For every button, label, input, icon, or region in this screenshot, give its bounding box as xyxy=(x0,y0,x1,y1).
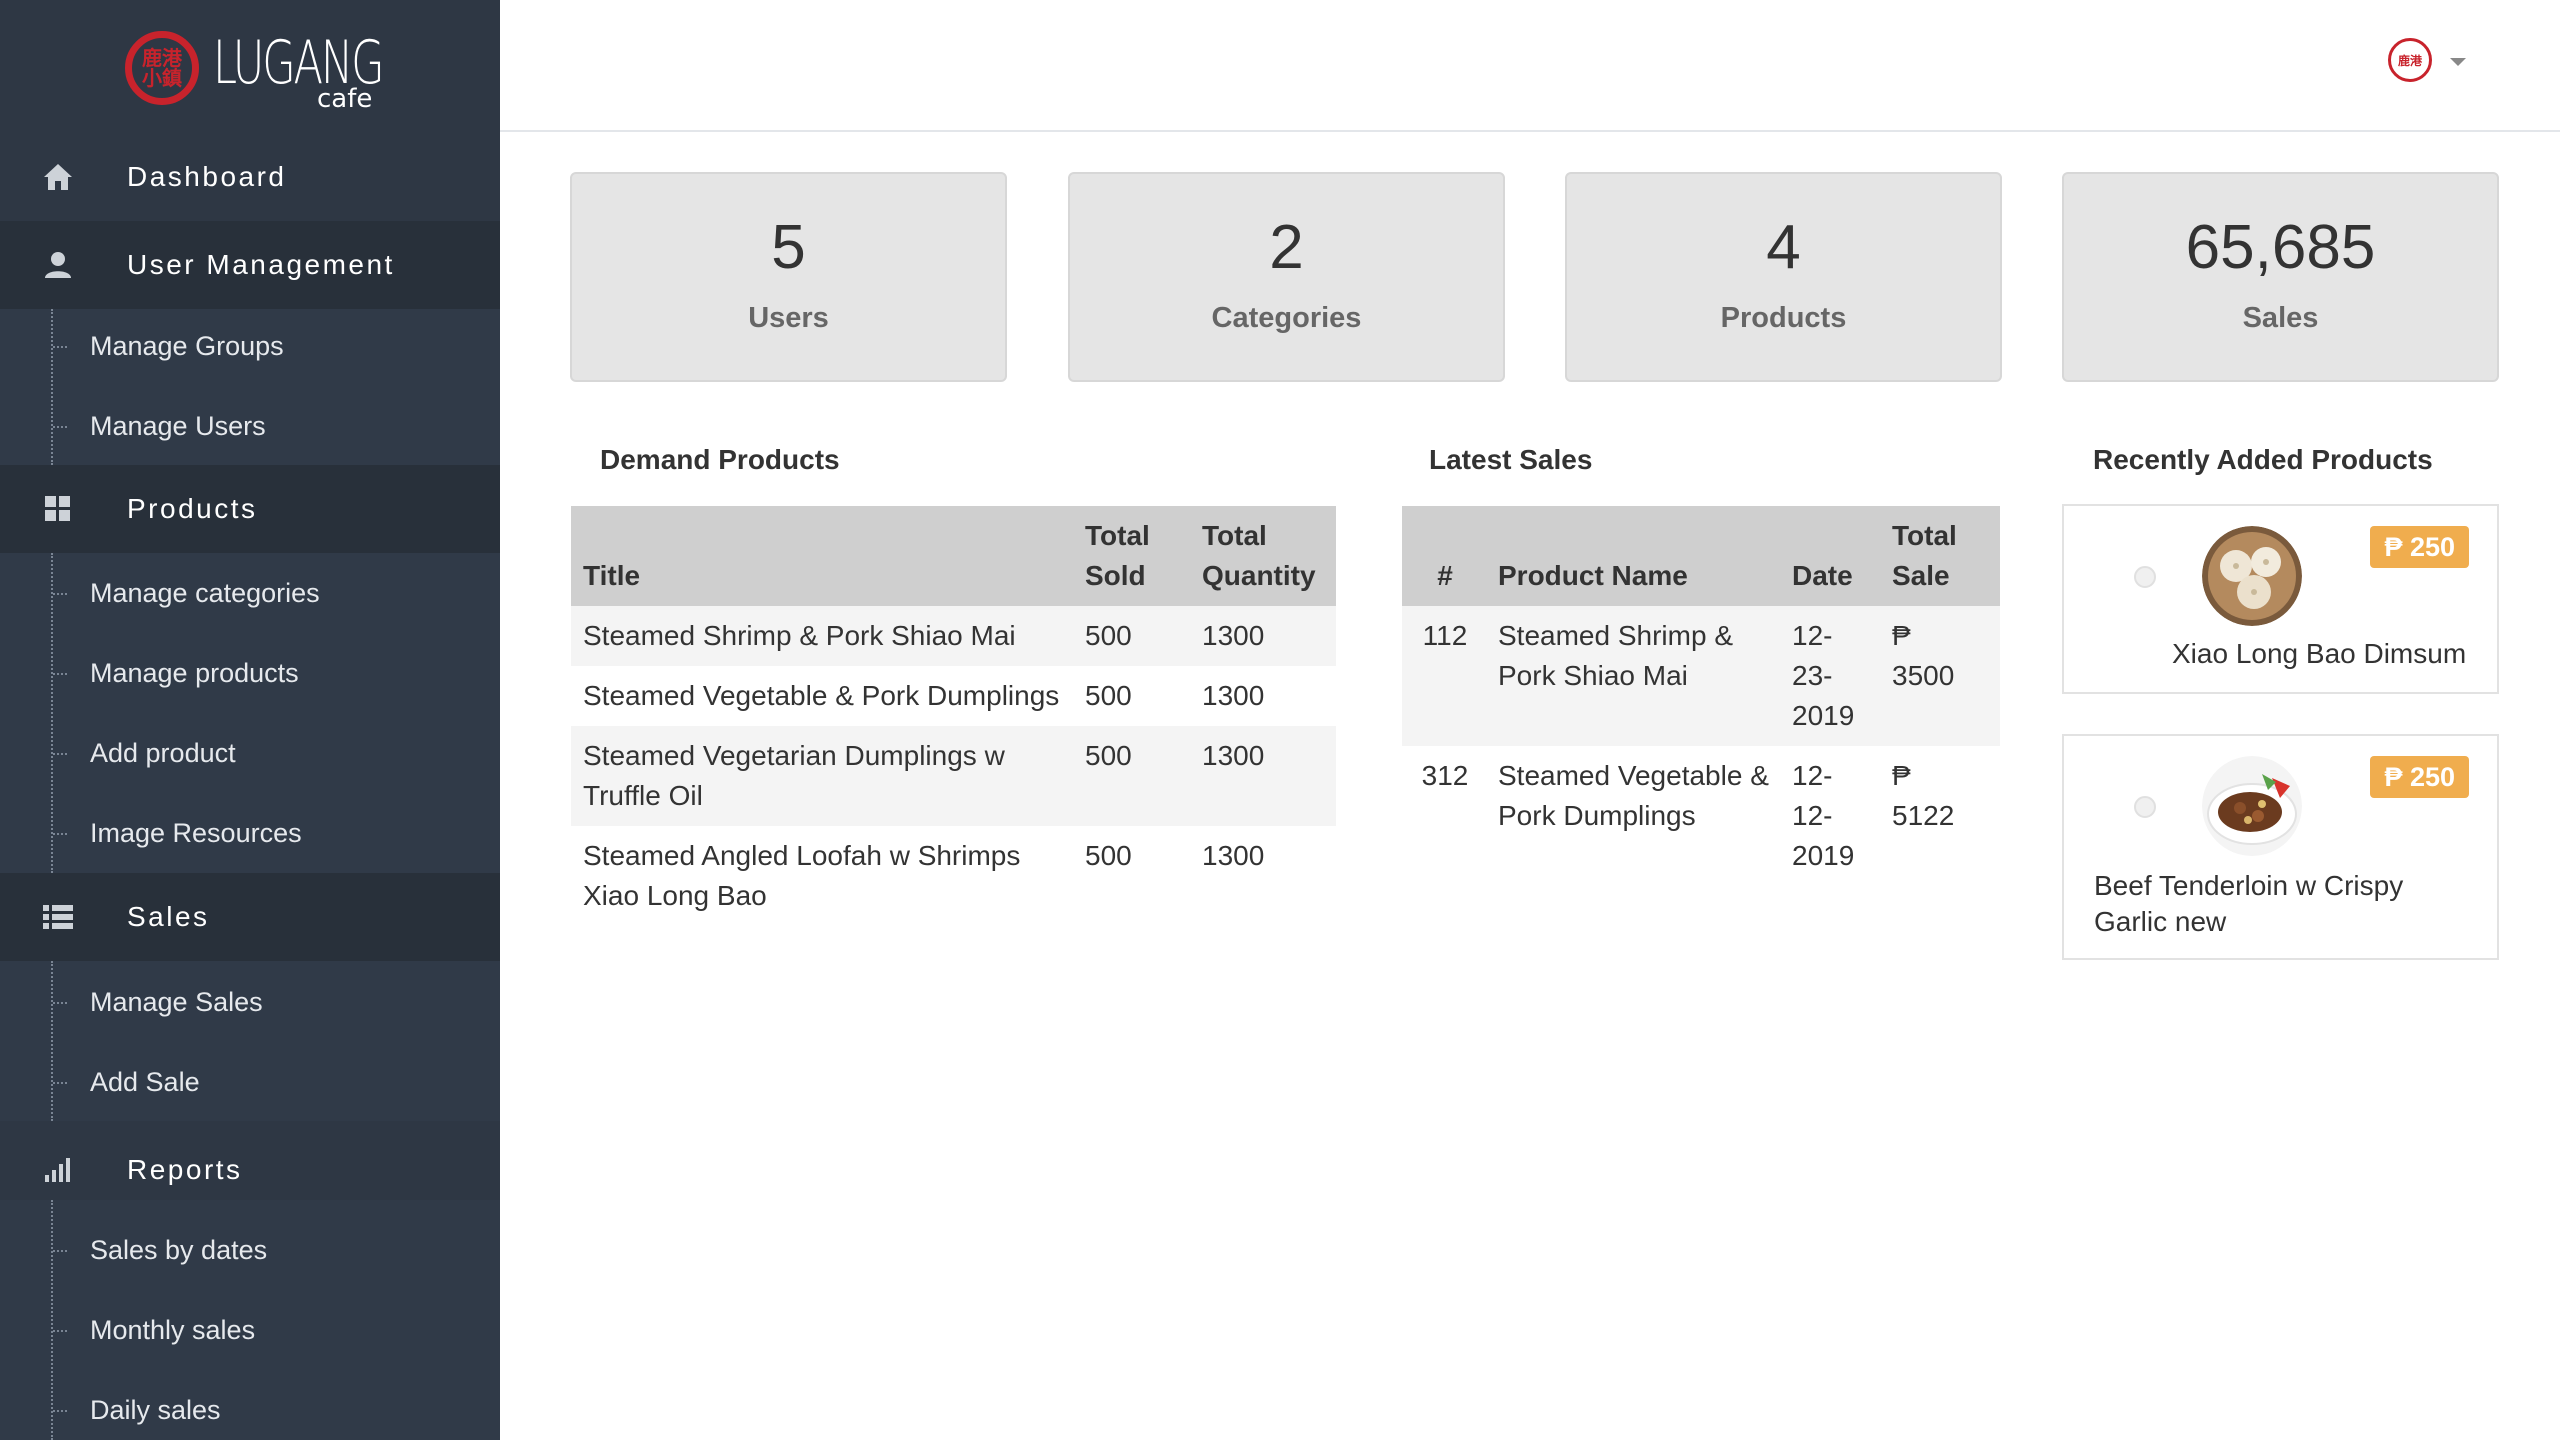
total-sold: 500 xyxy=(1085,740,1132,771)
stat-card-users: 5 Users xyxy=(570,172,1007,382)
stat-card-sales: 65,685 Sales xyxy=(2062,172,2499,382)
table-row: Steamed Angled Loofah w Shrimps Xiao Lon… xyxy=(571,826,1336,926)
stat-card-products: 4 Products xyxy=(1565,172,2002,382)
total-sold: 500 xyxy=(1085,680,1132,711)
sale-number[interactable]: 112 xyxy=(1402,606,1486,746)
sale-total: ₱ 3500 xyxy=(1892,620,1955,691)
table-row: 312 Steamed Vegetable & Pork Dumplings 1… xyxy=(1402,746,2000,886)
stat-label: Products xyxy=(1720,302,1847,334)
total-sold: 500 xyxy=(1085,840,1132,871)
total-quantity: 1300 xyxy=(1202,840,1265,871)
table-header-row: # Product Name Date Total Sale xyxy=(1402,506,2000,606)
brand-logo[interactable]: 鹿港 小鎮 LUGANG cafe xyxy=(0,0,500,135)
demand-products-table: Title Total Sold Total Quantity Steamed Sh… xyxy=(571,506,1336,926)
product-title: Steamed Vegetable & Pork Dumplings xyxy=(583,680,1060,711)
nav-user-management[interactable]: User Management xyxy=(0,221,500,309)
nav-daily-sales[interactable]: Daily sales xyxy=(53,1390,221,1430)
nav-dashboard[interactable]: Dashboard xyxy=(0,133,500,221)
recent-product-card[interactable]: ₱ 250 Xiao Long Bao Dimsum xyxy=(2062,504,2499,694)
nav-user-management-label: User Management xyxy=(127,249,395,280)
grid-icon xyxy=(40,491,76,527)
product-thumbnail xyxy=(2202,526,2302,626)
nav-manage-categories[interactable]: Manage categories xyxy=(53,573,320,613)
col-number: # xyxy=(1402,506,1486,606)
nav-image-resources[interactable]: Image Resources xyxy=(53,813,302,853)
sale-date: 12- 12- 2019 xyxy=(1792,760,1855,871)
col-title: Title xyxy=(571,506,1073,606)
total-quantity: 1300 xyxy=(1202,740,1265,771)
recent-product-card[interactable]: ₱ 250 Beef Tenderloin w Crispy Garlic ne… xyxy=(2062,734,2499,960)
bar-chart-icon xyxy=(40,1152,76,1188)
nav-sales-label: Sales xyxy=(127,901,210,932)
products-submenu: Manage categories Manage products Add pr… xyxy=(0,553,500,873)
nav-manage-users[interactable]: Manage Users xyxy=(53,406,266,446)
latest-sales-title: Latest Sales xyxy=(1429,444,1593,475)
product-name: Xiao Long Bao Dimsum xyxy=(2172,638,2467,669)
product-thumbnail xyxy=(2202,756,2302,856)
sale-total: ₱ 5122 xyxy=(1892,760,1955,831)
stat-value: 2 xyxy=(1269,213,1304,282)
product-title: Steamed Vegetarian Dumplings w Truffle O… xyxy=(583,740,1005,811)
nav-monthly-sales[interactable]: Monthly sales xyxy=(52,1310,255,1350)
stat-card-categories: 2 Categories xyxy=(1068,172,1505,382)
top-bar xyxy=(500,0,2560,132)
table-row: Steamed Vegetable & Pork Dumplings 500 1… xyxy=(571,666,1336,726)
home-icon xyxy=(40,159,76,195)
nav-manage-groups[interactable]: Manage Groups xyxy=(53,326,284,366)
nav-add-sale[interactable]: Add Sale xyxy=(53,1062,200,1102)
reports-submenu: Sales by dates Monthly sales Daily sales xyxy=(0,1200,500,1440)
recent-products-title: Recently Added Products xyxy=(2093,444,2433,475)
product-name: Beef Tenderloin w Crispy Garlic new xyxy=(2094,870,2404,937)
nav-sales[interactable]: Sales xyxy=(0,873,500,961)
nav-dashboard-label: Dashboard xyxy=(127,161,287,192)
sidebar: 鹿港 小鎮 LUGANG cafe Dashboard User Manageme… xyxy=(0,0,500,1440)
stat-value: 65,685 xyxy=(2185,213,2376,282)
latest-sales-table: # Product Name Date Total Sale 112 Steame… xyxy=(1402,506,2000,886)
col-total-sold: Total Sold xyxy=(1073,506,1190,606)
nav-manage-sales[interactable]: Manage Sales xyxy=(53,982,263,1022)
total-quantity: 1300 xyxy=(1202,620,1265,651)
nav-reports-label: Reports xyxy=(127,1154,243,1185)
sale-number[interactable]: 312 xyxy=(1402,746,1486,886)
table-row: Steamed Vegetarian Dumplings w Truffle O… xyxy=(571,726,1336,826)
total-sold: 500 xyxy=(1085,620,1132,651)
product-title: Steamed Angled Loofah w Shrimps Xiao Lon… xyxy=(583,840,1021,911)
user-management-submenu: Manage Groups Manage Users xyxy=(0,309,500,465)
col-product-name: Product Name xyxy=(1486,506,1780,606)
sales-submenu: Manage Sales Add Sale xyxy=(0,961,500,1121)
image-placeholder-icon xyxy=(2134,796,2156,818)
price-badge: ₱ 250 xyxy=(2370,756,2469,798)
nav-add-product[interactable]: Add product xyxy=(53,733,236,773)
col-total-quantity: Total Quantity xyxy=(1190,506,1336,606)
table-header-row: Title Total Sold Total Quantity xyxy=(571,506,1336,606)
stat-label: Sales xyxy=(2242,302,2319,334)
stat-label: Users xyxy=(748,302,829,334)
stat-value: 5 xyxy=(771,213,806,282)
logo-seal: 鹿港 小鎮 xyxy=(125,30,199,105)
sale-date: 12- 23- 2019 xyxy=(1792,620,1855,731)
table-row: 112 Steamed Shrimp & Pork Shiao Mai 12- 2… xyxy=(1402,606,2000,746)
price-badge: ₱ 250 xyxy=(2370,526,2469,568)
table-row: Steamed Shrimp & Pork Shiao Mai 500 1300 xyxy=(571,606,1336,666)
nav-products-label: Products xyxy=(127,493,258,524)
stat-label: Categories xyxy=(1211,302,1362,334)
nav-products[interactable]: Products xyxy=(0,465,500,553)
sale-product-name: Steamed Vegetable & Pork Dumplings xyxy=(1498,760,1769,831)
list-icon xyxy=(40,899,76,935)
caret-down-icon[interactable] xyxy=(2450,58,2466,66)
user-icon xyxy=(40,247,76,283)
nav-manage-products[interactable]: Manage products xyxy=(53,653,299,693)
image-placeholder-icon xyxy=(2134,566,2156,588)
demand-products-title: Demand Products xyxy=(600,444,840,475)
sale-product-name: Steamed Shrimp & Pork Shiao Mai xyxy=(1498,620,1733,691)
user-avatar[interactable]: 鹿港 xyxy=(2388,38,2432,82)
col-date: Date xyxy=(1780,506,1880,606)
total-quantity: 1300 xyxy=(1202,680,1265,711)
col-total-sale: Total Sale xyxy=(1880,506,2000,606)
nav-sales-by-dates[interactable]: Sales by dates xyxy=(52,1230,267,1270)
product-title: Steamed Shrimp & Pork Shiao Mai xyxy=(583,620,1016,651)
logo-subtitle: cafe xyxy=(317,83,373,114)
stat-value: 4 xyxy=(1766,213,1801,282)
